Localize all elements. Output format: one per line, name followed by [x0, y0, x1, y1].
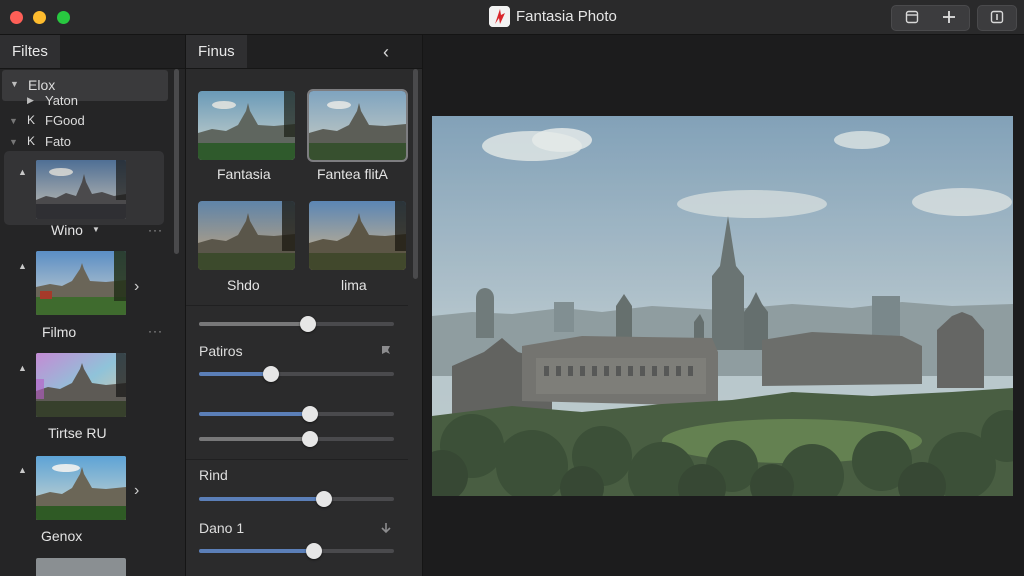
- zoom-button[interactable]: [57, 11, 70, 24]
- minimize-button[interactable]: [33, 11, 46, 24]
- slider-patiros[interactable]: [199, 366, 394, 382]
- tree-item-yaton[interactable]: ▶ Yaton: [0, 93, 170, 113]
- main-photo[interactable]: [432, 116, 1013, 496]
- chevron-right-icon[interactable]: ›: [134, 278, 139, 296]
- scrollbar[interactable]: [174, 69, 179, 254]
- slider-third[interactable]: [199, 431, 394, 447]
- slider-knob[interactable]: [263, 366, 280, 382]
- window-icon[interactable]: [904, 9, 920, 30]
- filter-thumbnail[interactable]: [36, 251, 126, 315]
- slider-knob[interactable]: [302, 406, 319, 422]
- collapse-triangle-icon[interactable]: ▶: [27, 95, 34, 106]
- preset-thumbnail-fantea-flita[interactable]: [307, 89, 408, 162]
- slider-rind[interactable]: [199, 491, 394, 507]
- tab-filters[interactable]: Filtes: [0, 35, 60, 68]
- sidebar-toggle-button[interactable]: [977, 5, 1017, 31]
- tab-finus[interactable]: Finus: [186, 35, 247, 68]
- tree-item-label: Elox: [28, 77, 56, 93]
- slider-fill: [199, 549, 315, 553]
- filter-item-caption: Tirtse RU: [48, 425, 107, 441]
- tree-item-fgood[interactable]: ▼ K FGood: [0, 113, 170, 133]
- collapse-up-icon[interactable]: ▲: [18, 465, 27, 475]
- slider-knob[interactable]: [300, 316, 317, 332]
- app-logo-icon: [489, 6, 510, 27]
- tree-k-icon: K: [27, 113, 36, 127]
- section-label-dano: Dano 1: [199, 520, 245, 536]
- tree-item-label: FGood: [45, 113, 85, 128]
- scrollbar[interactable]: [413, 69, 418, 279]
- preset-label: Fantea flitA: [317, 166, 388, 182]
- slider-fill: [199, 437, 311, 441]
- sidebar-toggle-icon: [989, 9, 1005, 30]
- filter-thumbnail[interactable]: [36, 353, 126, 417]
- filter-thumbnail[interactable]: [36, 160, 126, 219]
- more-options-icon[interactable]: ···: [148, 324, 163, 338]
- collapse-up-icon[interactable]: ▲: [18, 363, 27, 373]
- toolbar-button-group: [891, 5, 970, 31]
- preset-thumbnail-lima[interactable]: [309, 201, 406, 270]
- preset-thumbnail-shdo[interactable]: [198, 201, 295, 270]
- section-label-rind: Rind: [199, 467, 228, 483]
- window-title: Fantasia Photo: [516, 8, 617, 25]
- divider: [186, 305, 408, 306]
- slider-fill: [199, 372, 272, 376]
- filters-panel-header: Filtes: [0, 35, 185, 69]
- pin-icon[interactable]: [379, 343, 393, 360]
- collapse-up-icon[interactable]: ▲: [18, 167, 27, 177]
- image-viewer: [423, 35, 1024, 576]
- slider-top[interactable]: [199, 316, 394, 332]
- preset-label: Shdo: [227, 277, 260, 293]
- slider-dano[interactable]: [199, 543, 394, 559]
- slider-knob[interactable]: [306, 543, 323, 559]
- slider-knob[interactable]: [302, 431, 319, 447]
- filter-thumbnail[interactable]: [36, 558, 126, 576]
- chevron-left-icon[interactable]: ‹: [383, 42, 389, 63]
- slider-fill: [199, 497, 324, 501]
- preset-thumbnail-fantasia[interactable]: [198, 91, 295, 160]
- filter-thumbnail[interactable]: [36, 456, 126, 520]
- slider-fill: [199, 412, 311, 416]
- chevron-down-icon[interactable]: [379, 521, 393, 538]
- close-button[interactable]: [10, 11, 23, 24]
- tree-item-label: Fato: [45, 134, 72, 149]
- chevron-right-icon[interactable]: ›: [134, 482, 139, 500]
- plus-icon[interactable]: [941, 9, 957, 30]
- filter-item-caption: Filmo: [42, 324, 77, 340]
- divider: [186, 459, 408, 460]
- preset-label: lima: [341, 277, 367, 293]
- title-bar: Fantasia Photo: [0, 0, 1024, 35]
- presets-panel-header: Finus ‹: [186, 35, 422, 69]
- slider-second[interactable]: [199, 406, 394, 422]
- presets-panel: Finus ‹ Fantasia Fantea flitA Shdo lima …: [186, 35, 423, 576]
- filter-item-caption: Wino: [51, 222, 83, 238]
- chevron-down-icon[interactable]: ▼: [92, 225, 100, 234]
- collapse-up-icon[interactable]: ▲: [18, 261, 27, 271]
- more-options-icon[interactable]: ···: [148, 223, 163, 237]
- slider-fill: [199, 322, 309, 326]
- preset-label: Fantasia: [217, 166, 271, 182]
- disclosure-icon[interactable]: ▼: [9, 137, 18, 147]
- filter-item-caption: Genox: [41, 528, 83, 544]
- slider-knob[interactable]: [315, 491, 332, 507]
- disclosure-icon[interactable]: ▼: [9, 116, 18, 126]
- tree-item-label: Yaton: [45, 93, 79, 108]
- expand-triangle-icon[interactable]: ▼: [10, 79, 19, 89]
- section-label-patiros: Patiros: [199, 343, 243, 359]
- filters-panel: Filtes ▼ Elox ▶ Yaton ▼ K FGood ▼ K Fato…: [0, 35, 186, 576]
- tree-k-icon: K: [27, 134, 36, 148]
